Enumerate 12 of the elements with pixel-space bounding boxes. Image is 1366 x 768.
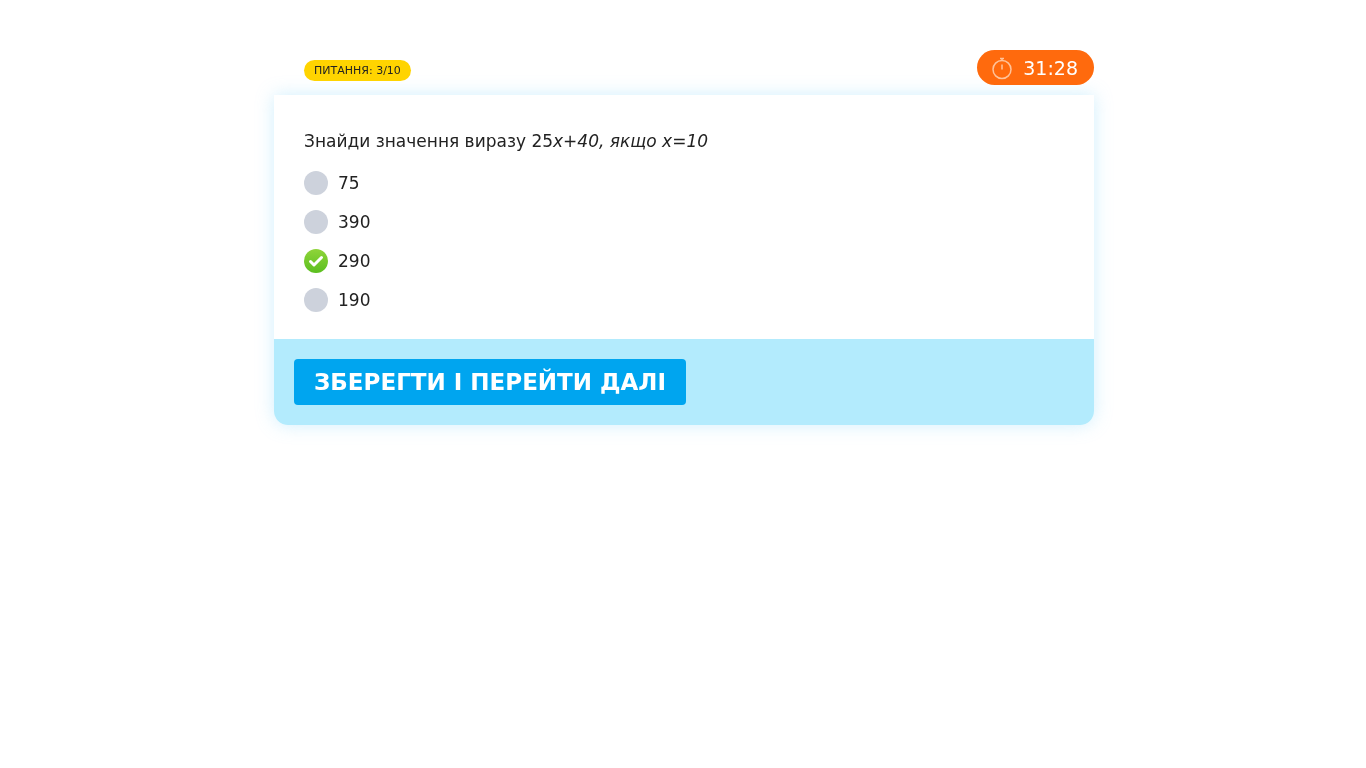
radio-button[interactable] bbox=[304, 209, 328, 234]
option-label[interactable]: 290 bbox=[338, 250, 371, 271]
radio-button[interactable] bbox=[304, 170, 328, 195]
option-label[interactable]: 390 bbox=[338, 211, 371, 232]
option-label[interactable]: 75 bbox=[338, 172, 360, 193]
question-counter: ПИТАННЯ: 3/10 bbox=[304, 60, 411, 81]
stopwatch-icon bbox=[991, 55, 1014, 80]
question-text: Знайди значення виразу 25x+40, якщо x=10 bbox=[304, 131, 710, 151]
timer-text: 31:28 bbox=[1023, 56, 1078, 79]
option-label[interactable]: 190 bbox=[338, 289, 371, 310]
radio-button[interactable] bbox=[304, 287, 328, 312]
checked-radio-icon[interactable] bbox=[304, 248, 328, 273]
